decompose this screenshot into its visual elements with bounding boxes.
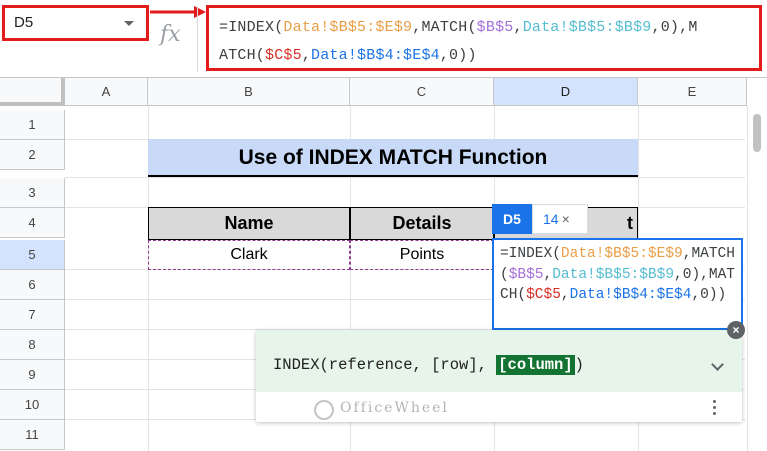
more-options-icon[interactable] [713,400,717,418]
formula-seg: =INDEX( [219,19,284,36]
formula-seg: $B$5 [476,19,514,36]
sheet-title[interactable]: Use of INDEX MATCH Function [148,139,638,177]
formula-seg: Data!$B$5:$E$9 [560,246,683,262]
row-header-8[interactable]: 8 [0,330,65,360]
header-cell-name[interactable]: Name [148,207,350,240]
formula-seg: , [560,287,570,303]
column-header-c[interactable]: C [350,78,494,106]
column-header-e[interactable]: E [638,78,747,106]
row-header-9[interactable]: 9 [0,360,65,390]
column-header-d[interactable]: D [494,78,638,106]
formula-seg: Data!$B$4:$E$4 [311,47,440,64]
column-header-b[interactable]: B [148,78,350,106]
scrollbar-thumb[interactable] [753,114,761,152]
function-help-header[interactable]: INDEX(reference, [row], [column]) [256,330,742,392]
officewheel-logo-icon [314,400,334,420]
cell-ref-tab: D5 [492,204,532,234]
row-header-3[interactable]: 3 [0,178,65,208]
formula-seg: ,0)) [439,47,477,64]
name-box[interactable]: D5 [2,5,149,41]
name-box-value: D5 [14,14,34,31]
row-header-11[interactable]: 11 [0,420,65,450]
formula-seg: Data!$B$4:$E$4 [569,287,692,303]
cell-b5[interactable]: Clark [148,240,350,270]
formula-seg: ,0)) [691,287,727,303]
signature-active-arg: [column] [496,355,575,375]
formula-seg: Data!$B$5:$E$9 [283,19,413,36]
formula-input[interactable]: =INDEX(Data!$B$5:$E$9,MATCH($B$5,Data!$B… [206,5,762,71]
row-header-5[interactable]: 5 [0,240,65,270]
formula-bar-area: D5 fx =INDEX(Data!$B$5:$E$9,MATCH($B$5,D… [0,0,767,78]
formula-seg: $B$5 [508,266,544,283]
suggestion-count-chip[interactable]: 14 × [532,204,588,234]
row-header-7[interactable]: 7 [0,300,65,330]
row-header-1[interactable]: 1 [0,110,65,140]
signature-suffix: ) [574,356,584,374]
formula-seg: ATCH( [219,47,266,64]
signature-prefix: INDEX(reference, [row], [273,356,497,374]
cell-c5[interactable]: Points [350,240,494,270]
close-icon[interactable]: × [727,321,745,339]
chevron-down-icon[interactable] [124,21,134,26]
function-signature: INDEX(reference, [row], [column]) [273,355,584,375]
row-header-2[interactable]: 2 [0,140,65,170]
formula-seg: $C$5 [526,287,561,303]
cell-editor[interactable]: =INDEX(Data!$B$5:$E$9,MATCH($B$5,Data!$B… [492,238,743,330]
formula-seg: ,0),M [651,19,698,36]
formula-seg: ,0),M [674,266,718,283]
row-header-10[interactable]: 10 [0,390,65,420]
chevron-down-icon[interactable] [711,358,724,371]
grid-line [65,177,745,178]
formula-seg: $C$5 [265,47,302,64]
watermark-text: OfficeWheel [340,400,449,416]
close-icon[interactable]: × [562,211,570,227]
suggestion-count: 14 [543,211,559,227]
formula-seg: ,MATCH( [412,19,477,36]
header-cell-details[interactable]: Details [350,207,494,240]
formula-seg: , [543,266,553,283]
formula-seg: =INDEX( [500,246,561,262]
column-header-a[interactable]: A [65,78,148,106]
select-all-corner[interactable] [0,78,65,106]
fx-icon: fx [160,22,181,47]
row-header-6[interactable]: 6 [0,270,65,300]
row-header-4[interactable]: 4 [0,208,65,238]
formula-seg: Data!$B$5:$B$9 [522,19,652,36]
divider [197,6,198,72]
vertical-scrollbar[interactable] [747,106,767,451]
formula-seg: , [301,47,312,64]
formula-seg: , [513,19,523,36]
formula-seg: Data!$B$5:$B$9 [552,266,675,283]
